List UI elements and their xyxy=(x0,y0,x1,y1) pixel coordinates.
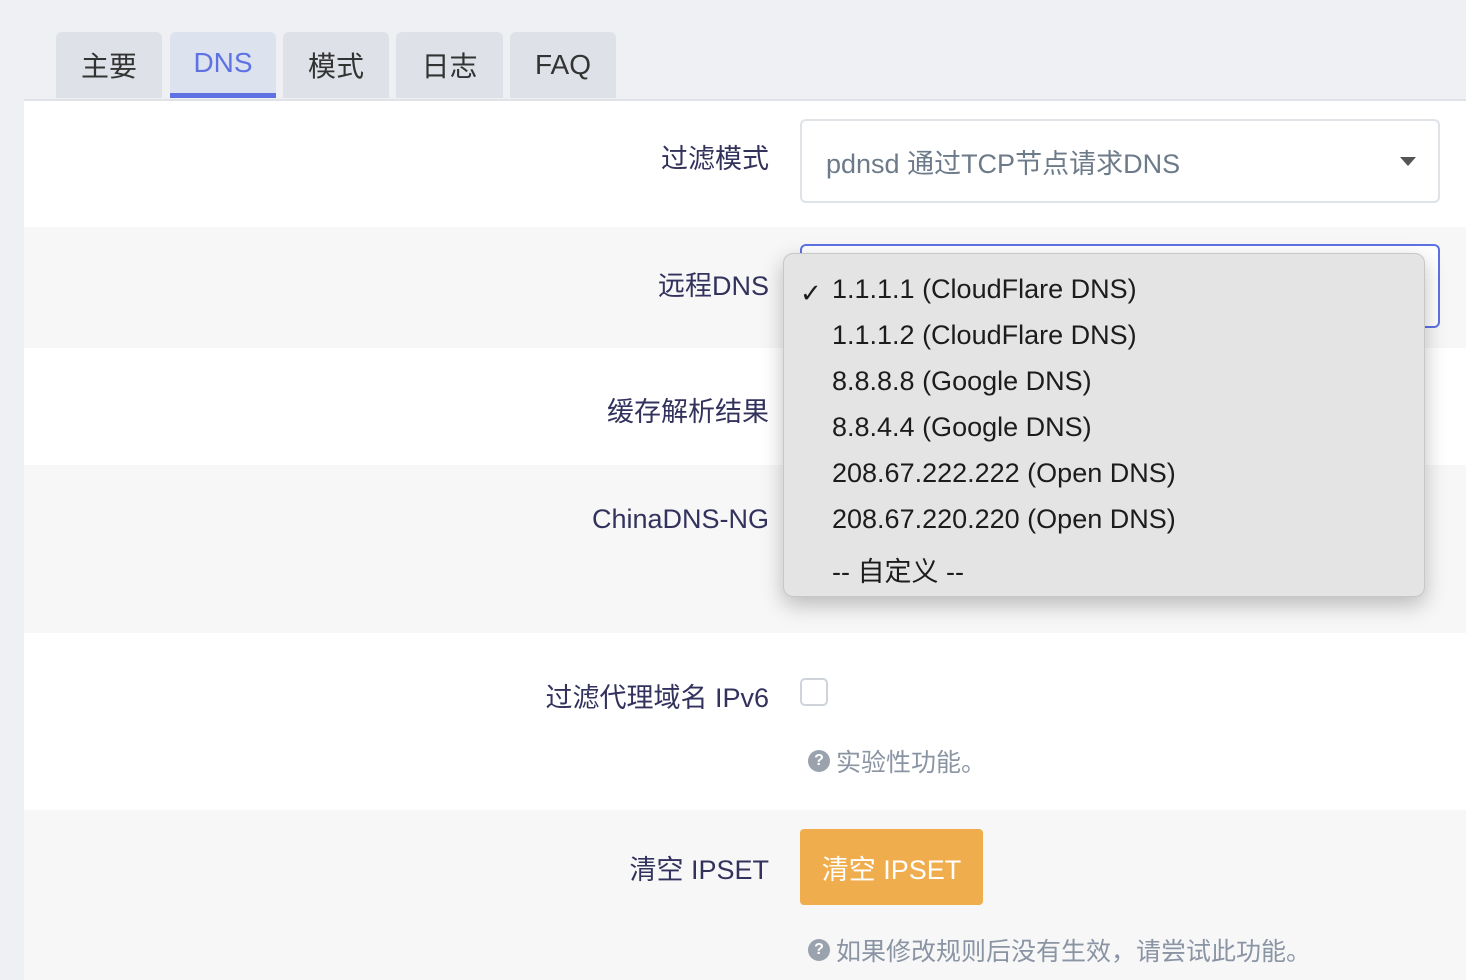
remote-dns-label: 远程DNS xyxy=(657,271,769,301)
remote-dns-dropdown: ✓ 1.1.1.1 (CloudFlare DNS) 1.1.1.2 (Clou… xyxy=(783,253,1425,597)
tab-bar: 主要 DNS 模式 日志 FAQ xyxy=(24,0,1466,101)
filter-ipv6-checkbox[interactable] xyxy=(800,678,828,706)
chinadns-label: ChinaDNS-NG xyxy=(591,504,769,534)
dropdown-option[interactable]: 208.67.222.222 (Open DNS) xyxy=(832,458,1176,489)
cache-label: 缓存解析结果 xyxy=(607,397,769,427)
dropdown-option[interactable]: 1.1.1.1 (CloudFlare DNS) xyxy=(832,274,1137,305)
help-circle-icon: ? xyxy=(808,939,830,961)
filter-mode-select[interactable]: pdnsd 通过TCP节点请求DNS xyxy=(800,119,1440,203)
row-clear-ipset: 清空 IPSET 清空 IPSET ? 如果修改规则后没有生效，请尝试此功能。 xyxy=(24,810,1466,980)
clear-ipset-help-text: 如果修改规则后没有生效，请尝试此功能。 xyxy=(836,938,1312,966)
tab-faq[interactable]: FAQ xyxy=(510,32,616,98)
clear-ipset-button[interactable]: 清空 IPSET xyxy=(800,829,983,905)
dropdown-option[interactable]: 8.8.4.4 (Google DNS) xyxy=(832,412,1092,443)
clear-ipset-label: 清空 IPSET xyxy=(629,855,769,885)
filter-mode-label: 过滤模式 xyxy=(661,144,769,174)
row-filter-ipv6: 过滤代理域名 IPv6 ? 实验性功能。 xyxy=(24,633,1466,810)
caret-down-icon xyxy=(1400,157,1416,166)
dropdown-option[interactable]: -- 自定义 -- xyxy=(832,550,964,589)
tab-log[interactable]: 日志 xyxy=(396,32,503,98)
filter-mode-value: pdnsd 通过TCP节点请求DNS xyxy=(826,148,1181,179)
dropdown-option[interactable]: 1.1.1.2 (CloudFlare DNS) xyxy=(832,320,1137,351)
filter-ipv6-label: 过滤代理域名 IPv6 xyxy=(545,683,769,713)
row-filter-mode: 过滤模式 pdnsd 通过TCP节点请求DNS xyxy=(24,101,1466,227)
filter-ipv6-help-text: 实验性功能。 xyxy=(836,749,987,777)
help-circle-icon: ? xyxy=(808,750,830,772)
tab-dns[interactable]: DNS xyxy=(170,32,276,98)
dropdown-option[interactable]: 208.67.220.220 (Open DNS) xyxy=(832,504,1176,535)
filter-ipv6-help: ? 实验性功能。 xyxy=(808,743,986,779)
tab-mode[interactable]: 模式 xyxy=(283,32,389,98)
dropdown-option[interactable]: 8.8.8.8 (Google DNS) xyxy=(832,366,1092,397)
checkmark-icon: ✓ xyxy=(800,278,822,308)
tab-main[interactable]: 主要 xyxy=(56,32,162,98)
clear-ipset-help: ? 如果修改规则后没有生效，请尝试此功能。 xyxy=(808,932,1311,968)
